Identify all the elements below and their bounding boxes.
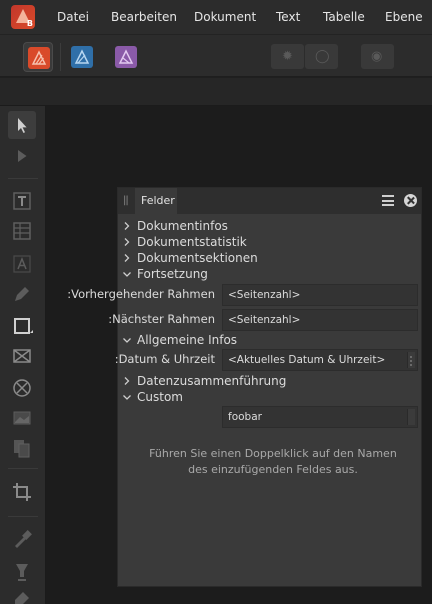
panel-header: || Felder — [118, 188, 421, 214]
crop-tool-icon — [13, 483, 31, 501]
field-value-text: foobar — [228, 411, 262, 423]
tab-felder[interactable]: Felder — [135, 188, 177, 214]
publisher-persona-icon — [28, 47, 50, 69]
menu-text[interactable]: Text — [276, 10, 300, 24]
frame-text-tool[interactable] — [11, 190, 33, 212]
menu-tabelle[interactable]: Tabelle — [323, 10, 365, 24]
menu-datei[interactable]: Datei — [57, 10, 89, 24]
field-datetime[interactable]: Datum & Uhrzeit: <Aktuelles Datum & Uhrz… — [115, 349, 421, 371]
field-value[interactable]: foobar — [222, 406, 418, 428]
preview-button[interactable]: ◉ — [361, 44, 394, 69]
section-dokumentinfos[interactable]: Dokumentinfos — [118, 219, 421, 235]
node-tool-icon — [18, 150, 27, 162]
toolbar-separator — [60, 43, 61, 71]
tool-separator — [8, 178, 38, 179]
field-scroll-handle[interactable] — [407, 409, 415, 425]
chevron-down-icon — [123, 395, 131, 400]
fill-tool[interactable] — [11, 560, 33, 582]
eyedropper-tool[interactable] — [11, 528, 33, 550]
table-tool-icon — [13, 222, 31, 240]
toolbar: ✹ ◯ ◉ — [0, 34, 432, 76]
table-tool[interactable] — [11, 220, 33, 242]
gear-icon: ✹ — [282, 49, 293, 64]
vector-brush-tool[interactable] — [11, 588, 33, 604]
help-text: Führen Sie einen Doppelklick auf den Nam… — [149, 447, 397, 476]
image-placer[interactable] — [11, 407, 33, 429]
section-fortsetzung[interactable]: Fortsetzung — [118, 267, 421, 283]
crop-tool[interactable] — [11, 481, 33, 503]
field-previous-frame[interactable]: Vorhergehender Rahmen: <Seitenzahl> — [67, 284, 421, 306]
field-value-text: <Seitenzahl> — [228, 289, 301, 301]
ellipse-frame-tool[interactable] — [11, 377, 33, 399]
chevron-down-icon — [123, 338, 131, 343]
section-label: Datenzusammenführung — [137, 374, 287, 388]
settings-button[interactable]: ✹ — [271, 44, 304, 69]
logo-letter: B — [26, 19, 33, 28]
photo-persona-icon — [115, 46, 137, 68]
node-tool[interactable] — [11, 145, 33, 167]
artistic-text-tool-icon — [13, 255, 31, 273]
menu-dokument[interactable]: Dokument — [194, 10, 256, 24]
pages-tool[interactable] — [11, 437, 33, 459]
section-datenzusammenfuehrung[interactable]: Datenzusammenführung — [118, 374, 421, 390]
menu-ebene[interactable]: Ebene — [385, 10, 423, 24]
move-tool[interactable] — [8, 111, 36, 139]
close-icon[interactable] — [404, 194, 417, 207]
section-label: Dokumentinfos — [137, 219, 228, 233]
drag-handle-icon[interactable]: || — [123, 195, 129, 206]
field-value[interactable]: <Seitenzahl> — [222, 309, 418, 331]
section-dokumentsektionen[interactable]: Dokumentsektionen — [118, 251, 421, 267]
publisher-persona-button[interactable] — [23, 42, 53, 72]
field-label: Nächster Rahmen: — [108, 312, 215, 326]
section-dokumentstatistik[interactable]: Dokumentstatistik — [118, 235, 421, 251]
vector-brush-tool-icon — [15, 592, 29, 604]
photo-persona-button[interactable] — [111, 42, 141, 72]
section-label: Custom — [137, 390, 183, 404]
circle-icon: ◯ — [315, 49, 330, 64]
field-custom[interactable]: foobar — [118, 406, 421, 428]
ellipse-frame-tool-icon — [13, 379, 31, 397]
designer-persona-button[interactable] — [67, 42, 97, 72]
field-value-text: <Aktuelles Datum & Uhrzeit> — [228, 354, 386, 366]
field-value-text: <Seitenzahl> — [228, 314, 301, 326]
panel-menu-icon[interactable] — [382, 195, 394, 206]
section-label: Dokumentstatistik — [137, 235, 247, 249]
pages-icon — [14, 440, 30, 458]
move-tool-icon — [18, 118, 27, 133]
image-placer-icon — [13, 411, 31, 425]
eyedropper-tool-icon — [15, 530, 32, 548]
menu-bearbeiten[interactable]: Bearbeiten — [111, 10, 177, 24]
sync-button[interactable]: ◯ — [305, 44, 338, 69]
field-label: Vorhergehender Rahmen: — [67, 287, 215, 301]
section-label: Allgemeine Infos — [137, 333, 238, 347]
section-custom[interactable]: Custom — [118, 390, 421, 406]
fields-panel: || Felder Dokumentinfos Dokumentstatisti… — [67, 187, 422, 587]
field-value[interactable]: <Aktuelles Datum & Uhrzeit> — [222, 349, 418, 371]
app-logo[interactable]: B — [11, 5, 35, 29]
tab-label: Felder — [141, 194, 175, 207]
eye-icon: ◉ — [371, 49, 383, 64]
field-scroll-handle[interactable] — [407, 352, 415, 368]
artistic-text-tool[interactable] — [11, 253, 33, 275]
section-allgemeine-infos[interactable]: Allgemeine Infos — [118, 333, 421, 349]
designer-persona-icon — [71, 46, 93, 68]
fill-tool-icon — [16, 564, 28, 581]
chevron-right-icon — [124, 222, 130, 230]
chevron-down-icon — [123, 272, 131, 277]
frame-text-tool-icon — [13, 192, 31, 210]
field-next-frame[interactable]: Nächster Rahmen: <Seitenzahl> — [108, 309, 421, 331]
chevron-right-icon — [124, 254, 130, 262]
tool-separator — [8, 516, 38, 517]
field-label: Datum & Uhrzeit: — [114, 352, 215, 366]
section-label: Fortsetzung — [137, 267, 208, 281]
field-value[interactable]: <Seitenzahl> — [222, 284, 418, 306]
section-label: Dokumentsektionen — [137, 251, 258, 265]
context-toolbar — [0, 77, 432, 106]
menu-bar: B Datei Bearbeiten Dokument Text Tabelle… — [0, 0, 432, 34]
chevron-right-icon — [124, 377, 130, 385]
tool-separator — [8, 468, 38, 469]
chevron-right-icon — [124, 238, 130, 246]
